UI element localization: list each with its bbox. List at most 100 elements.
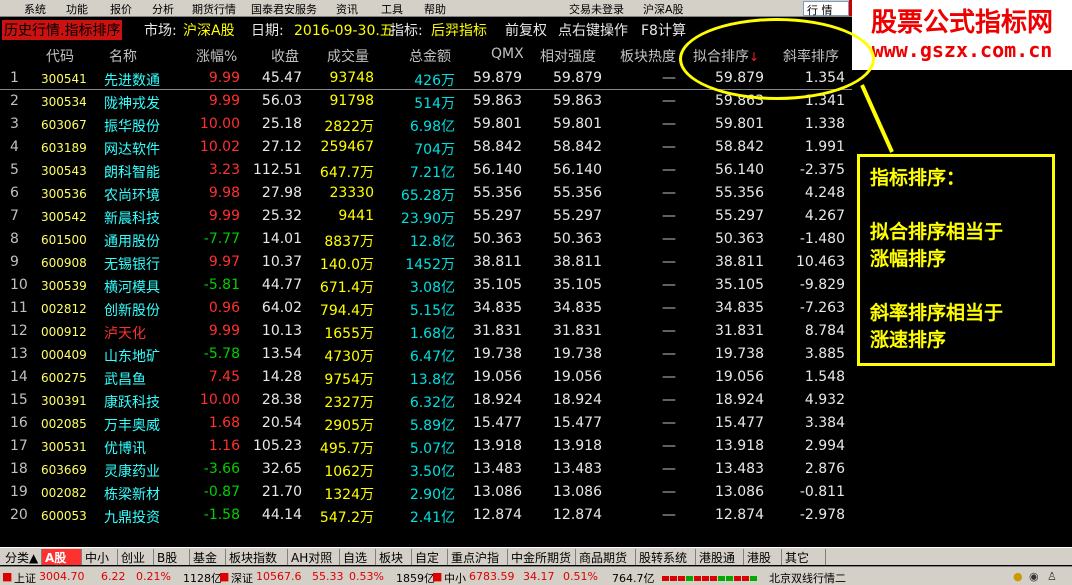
amount: 7.21亿: [409, 165, 455, 181]
row-index: 12: [10, 323, 28, 339]
adjust-mode[interactable]: 前复权: [505, 20, 547, 40]
col-name[interactable]: 名称: [109, 46, 137, 66]
tab-11[interactable]: 重点沪指: [448, 549, 508, 565]
stock-name: 栋梁新材: [104, 487, 160, 503]
menu-function[interactable]: 功能: [66, 1, 88, 17]
zx-up-icon: ■: [432, 570, 443, 583]
menu-quote[interactable]: 报价: [110, 1, 132, 17]
stock-code: 300531: [41, 440, 87, 454]
table-row[interactable]: 17 300531 优博讯 1.16 105.23 495.7万 5.07亿 13.918 13…: [0, 435, 852, 458]
amount: 3.50亿: [409, 464, 455, 480]
menu-system[interactable]: 系统: [24, 1, 46, 17]
tab-16[interactable]: 港股: [744, 549, 782, 565]
table-row[interactable]: 20 600053 九鼎投资 -1.58 44.14 547.2万 2.41亿 12.874 1…: [0, 504, 852, 527]
trade-mode-box[interactable]: 行 情: [803, 1, 849, 17]
note-line1b: 涨幅排序: [870, 248, 947, 270]
tab-14[interactable]: 股转系统: [636, 549, 696, 565]
annotation-note: 指标排序： 拟合排序相当于 涨幅排序 斜率排序相当于 涨速排序: [857, 154, 1055, 366]
tab-6[interactable]: 板块指数: [226, 549, 288, 565]
amount: 704万: [414, 142, 455, 158]
sz-value: 10567.6: [256, 570, 302, 583]
menu-tools[interactable]: 工具: [381, 1, 403, 17]
status-bar: ■ 上证 3004.70 6.22 0.21% 1128亿 ■ 深证 10567…: [0, 566, 1072, 585]
sh-amount: 1128亿: [183, 572, 222, 585]
row-index: 15: [10, 392, 28, 408]
tab-8[interactable]: 自选: [340, 549, 376, 565]
stock-name: 横河模具: [104, 280, 160, 296]
alert-icon[interactable]: ●: [1013, 570, 1023, 583]
qmx-value: 55.356: [473, 185, 522, 201]
tab-9[interactable]: 板块: [376, 549, 412, 565]
volume: 2327万: [324, 395, 374, 411]
relative-strength: 13.086: [553, 484, 602, 500]
tab-17[interactable]: 其它: [782, 549, 826, 565]
slope-sort-value: 4.267: [804, 208, 845, 224]
change-pct: 10.00: [199, 392, 240, 408]
user-icon[interactable]: ♙: [1047, 570, 1057, 583]
table-row[interactable]: 11 002812 创新股份 0.96 64.02 794.4万 5.15亿 34.835 34…: [0, 297, 852, 320]
stock-code: 300541: [41, 72, 87, 86]
col-close[interactable]: 收盘: [271, 46, 299, 66]
table-row[interactable]: 18 603669 灵康药业 -3.66 32.65 1062万 3.50亿 13.483 13…: [0, 458, 852, 481]
table-row[interactable]: 13 000409 山东地矿 -5.78 13.54 4730万 6.47亿 19.738 19…: [0, 343, 852, 366]
tab-4[interactable]: B股: [154, 549, 190, 565]
table-row[interactable]: 14 600275 武昌鱼 7.45 14.28 9754万 13.8亿 19.056 19.0…: [0, 366, 852, 389]
fit-sort-value: 34.835: [715, 300, 764, 316]
table-row[interactable]: 4 603189 网达软件 10.02 27.12 259467 704万 58.842 58.…: [0, 136, 852, 159]
tab-10[interactable]: 自定: [412, 549, 448, 565]
table-row[interactable]: 9 600908 无锡银行 9.97 10.37 140.0万 1452万 38.811 38.…: [0, 251, 852, 274]
table-row[interactable]: 16 002085 万丰奥威 1.68 20.54 2905万 5.89亿 15.477 15.…: [0, 412, 852, 435]
col-rel-strength[interactable]: 相对强度: [540, 46, 596, 66]
sector-heat: —: [662, 415, 676, 431]
volume: 547.2万: [319, 510, 374, 526]
col-qmx[interactable]: QMX: [491, 46, 524, 62]
col-code[interactable]: 代码: [46, 46, 74, 66]
tab-2[interactable]: 中小: [82, 549, 118, 565]
tab-13[interactable]: 商品期货: [576, 549, 636, 565]
tab-0[interactable]: 分类▲: [2, 549, 42, 565]
tab-15[interactable]: 港股通: [696, 549, 744, 565]
table-row[interactable]: 12 000912 泸天化 9.99 10.13 1655万 1.68亿 31.831 31.8…: [0, 320, 852, 343]
menu-analysis[interactable]: 分析: [152, 1, 174, 17]
tab-1[interactable]: A股: [42, 549, 82, 565]
volume: 91798: [329, 93, 374, 109]
table-row[interactable]: 8 601500 通用股份 -7.77 14.01 8837万 12.8亿 50.363 50.…: [0, 228, 852, 251]
tab-12[interactable]: 中金所期货: [508, 549, 576, 565]
market-selector[interactable]: 沪深A股: [643, 1, 684, 17]
sector-heat: —: [662, 231, 676, 247]
menu-help[interactable]: 帮助: [424, 1, 446, 17]
qmx-value: 12.874: [473, 507, 522, 523]
tab-7[interactable]: AH对照: [288, 549, 340, 565]
volume: 1062万: [324, 464, 374, 480]
stock-name: 网达软件: [104, 142, 160, 158]
stock-code: 300391: [41, 394, 87, 408]
table-row[interactable]: 5 300543 朗科智能 3.23 112.51 647.7万 7.21亿 56.140 56…: [0, 159, 852, 182]
table-row[interactable]: 10 300539 横河模具 -5.81 44.77 671.4万 3.08亿 35.105 3…: [0, 274, 852, 297]
slope-sort-value: -7.263: [799, 300, 845, 316]
col-volume[interactable]: 成交量: [327, 46, 369, 66]
menu-service[interactable]: 国泰君安服务: [251, 1, 317, 17]
stock-code: 300536: [41, 187, 87, 201]
zx-value: 6783.59: [469, 570, 515, 583]
volume: 140.0万: [319, 257, 374, 273]
col-heat[interactable]: 板块热度: [620, 46, 676, 66]
col-amount[interactable]: 总金额: [409, 46, 451, 66]
table-row[interactable]: 7 300542 新晨科技 9.99 25.32 9441 23.90万 55.297 55.2…: [0, 205, 852, 228]
col-pct[interactable]: 涨幅%: [196, 46, 237, 66]
row-index: 19: [10, 484, 28, 500]
server-name[interactable]: 北京双线行情二: [769, 570, 846, 585]
trade-status[interactable]: 交易未登录: [569, 1, 624, 17]
menu-news[interactable]: 资讯: [336, 1, 358, 17]
sz-pct: 0.53%: [349, 570, 384, 583]
f8-calc[interactable]: F8计算: [641, 20, 686, 40]
tab-3[interactable]: 创业: [118, 549, 154, 565]
table-row[interactable]: 15 300391 康跃科技 10.00 28.38 2327万 6.32亿 18.924 18…: [0, 389, 852, 412]
row-index: 16: [10, 415, 28, 431]
sh-value: 3004.70: [39, 570, 85, 583]
tab-5[interactable]: 基金: [190, 549, 226, 565]
table-row[interactable]: 3 603067 振华股份 10.00 25.18 2822万 6.98亿 59.801 59.…: [0, 113, 852, 136]
settings-icon[interactable]: ◉: [1029, 570, 1039, 583]
table-row[interactable]: 19 002082 栋梁新材 -0.87 21.70 1324万 2.90亿 13.086 13…: [0, 481, 852, 504]
menu-futures[interactable]: 期货行情: [192, 1, 236, 17]
table-row[interactable]: 6 300536 农尚环境 9.98 27.98 23330 65.28万 55.356 55.…: [0, 182, 852, 205]
